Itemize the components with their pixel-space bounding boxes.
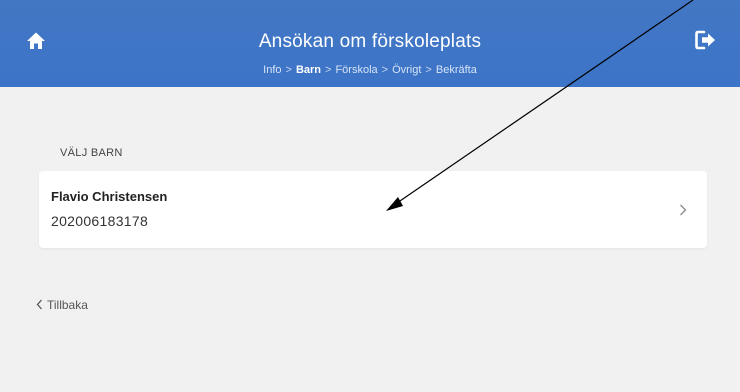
child-list-item[interactable]: Flavio Christensen 202006183178: [39, 171, 707, 248]
breadcrumb-separator: >: [381, 64, 389, 76]
page-title: Ansökan om förskoleplats: [258, 31, 482, 52]
breadcrumb-item-bekrafta: Bekräfta: [435, 64, 477, 76]
chevron-left-icon: [36, 299, 42, 310]
sign-out-icon: [695, 30, 715, 50]
breadcrumb-item-forskola: Förskola: [335, 64, 378, 76]
back-link[interactable]: Tillbaka: [36, 298, 88, 312]
breadcrumb-separator: >: [285, 64, 292, 76]
breadcrumb-item-barn: Barn: [295, 64, 322, 76]
logout-button[interactable]: [695, 30, 719, 52]
breadcrumb-item-ovrigt: Övrigt: [392, 64, 422, 76]
breadcrumb-separator: >: [325, 64, 332, 76]
chevron-right-icon: [680, 204, 687, 216]
child-name: Flavio Christensen: [51, 189, 168, 204]
child-personal-number: 202006183178: [51, 213, 149, 229]
back-label: Tillbaka: [47, 298, 88, 312]
breadcrumb-item-info: Info: [263, 64, 282, 76]
app-header: Ansökan om förskoleplats Info > Barn > Försk…: [0, 0, 740, 87]
select-child-label: VÄLJ BARN: [60, 147, 123, 159]
breadcrumb: Info > Barn > Förskola > Övrigt > Bekräfta: [0, 64, 740, 76]
breadcrumb-separator: >: [425, 64, 432, 76]
